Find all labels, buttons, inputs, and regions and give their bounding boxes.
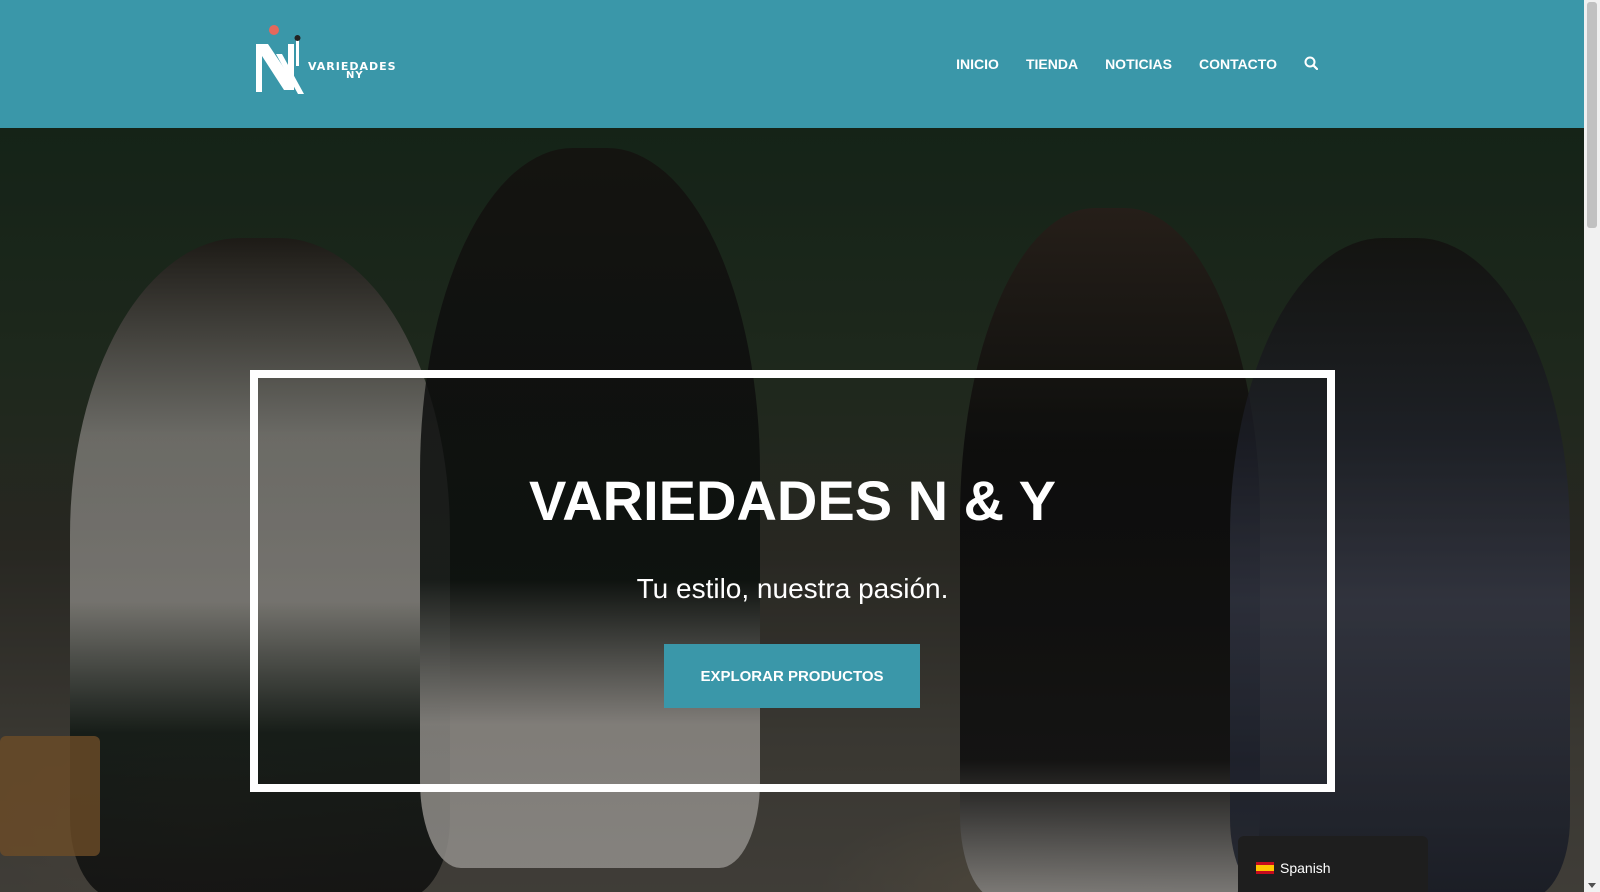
spain-flag-icon [1256,862,1274,874]
language-switcher[interactable]: Spanish [1238,836,1428,892]
language-label: Spanish [1280,860,1331,876]
search-icon[interactable] [1304,56,1320,72]
nav-item-inicio[interactable]: INICIO [956,56,999,72]
explore-products-button[interactable]: EXPLORAR PRODUCTOS [664,644,920,708]
hero-frame: VARIEDADES N & Y Tu estilo, nuestra pasi… [250,370,1335,792]
nav-item-tienda[interactable]: TIENDA [1026,56,1078,72]
main-nav: INICIO TIENDA NOTICIAS CONTACTO [956,56,1320,72]
site-header: VARIEDADES NY INICIO TIENDA NOTICIAS CON… [0,0,1584,128]
hero-subtitle: Tu estilo, nuestra pasión. [636,573,949,604]
scrollbar-thumb[interactable] [1587,2,1597,228]
logo-mark-icon [256,25,304,94]
page-scrollbar[interactable] [1584,0,1600,892]
hero-banner: VARIEDADES N & Y Tu estilo, nuestra pasi… [0,128,1584,892]
hero-title: VARIEDADES N & Y [529,469,1056,532]
site-logo[interactable]: VARIEDADES NY [254,24,414,96]
scroll-down-arrow-icon[interactable] [1588,883,1596,888]
nav-item-contacto[interactable]: CONTACTO [1199,56,1277,72]
nav-item-noticias[interactable]: NOTICIAS [1105,56,1172,72]
logo-text-secondary: NY [346,70,364,81]
